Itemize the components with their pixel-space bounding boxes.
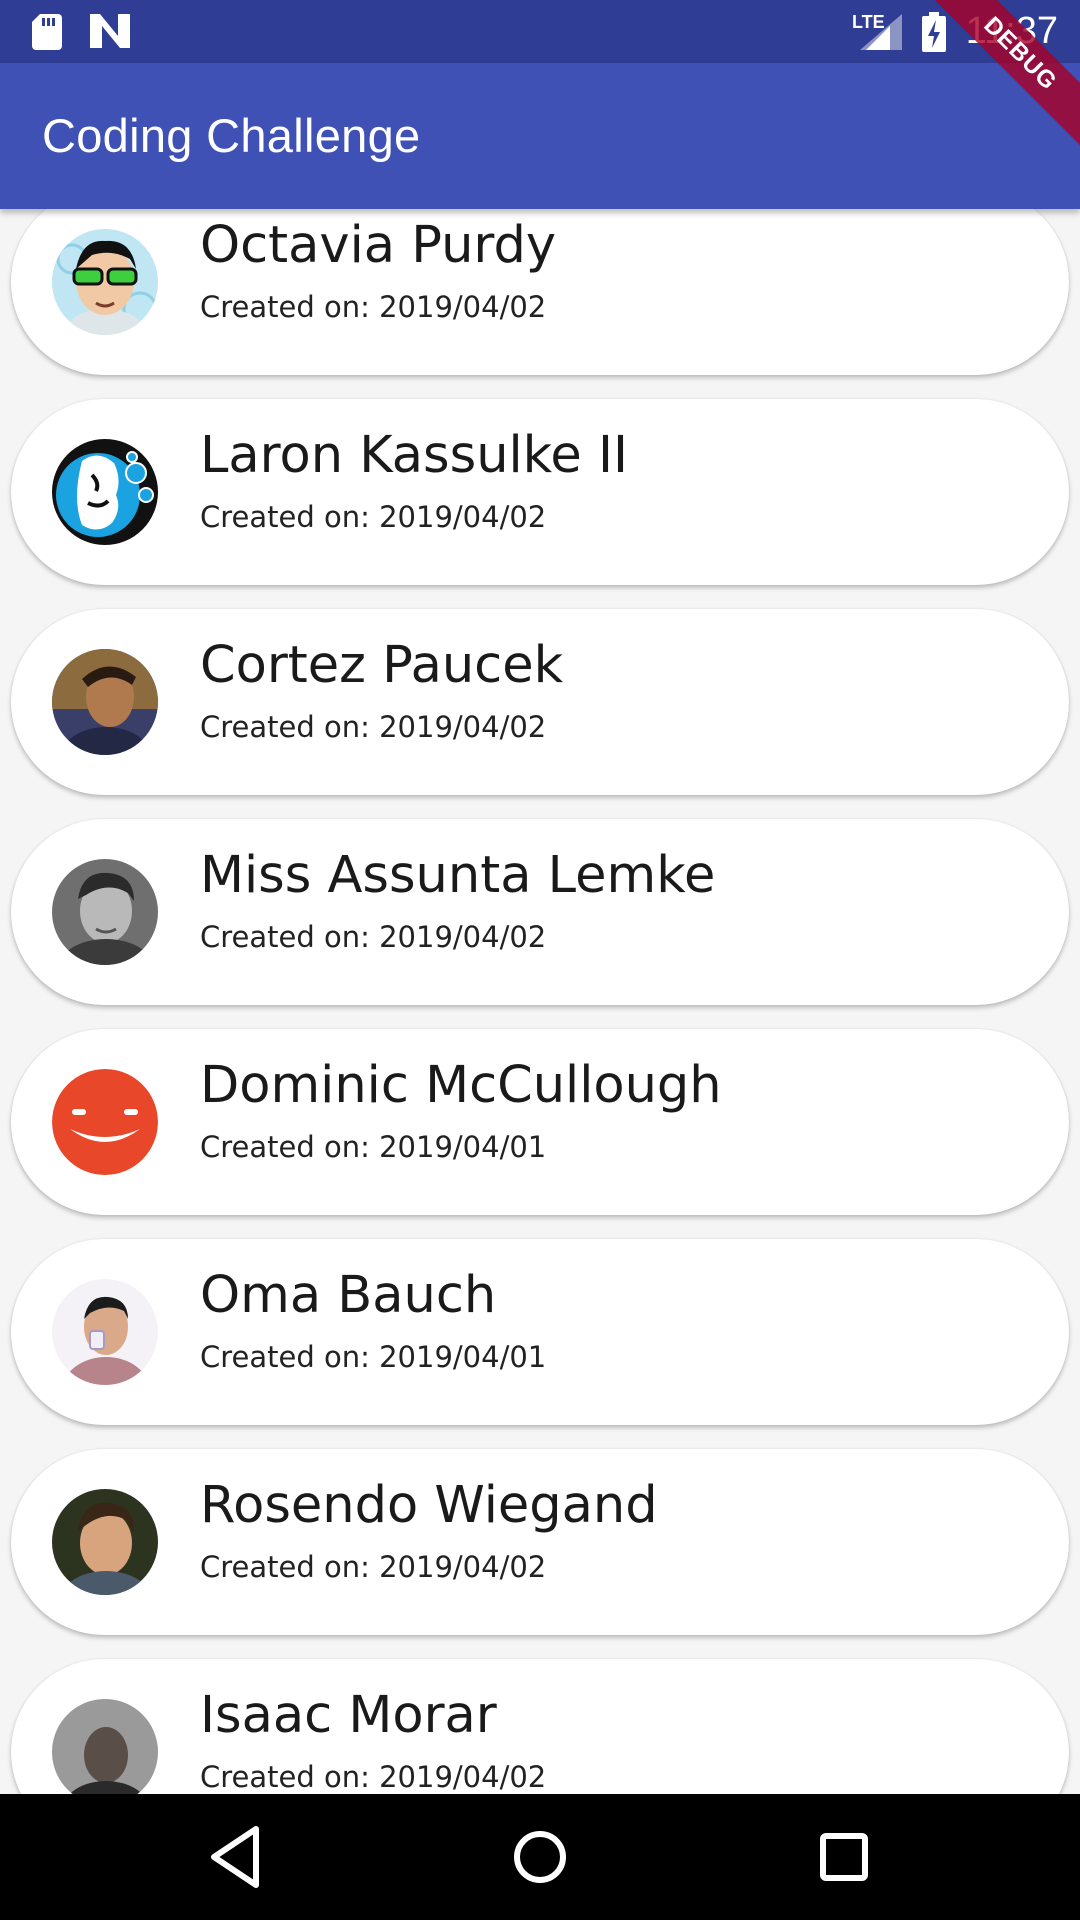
user-name: Laron Kassulke II <box>200 426 629 485</box>
navigation-bar <box>0 1794 1080 1920</box>
list-item[interactable]: Cortez Paucek Created on: 2019/04/02 <box>11 609 1069 795</box>
user-name: Rosendo Wiegand <box>200 1476 658 1535</box>
back-icon <box>211 1826 259 1888</box>
app-bar: Coding Challenge <box>0 63 1080 209</box>
list-item[interactable]: Laron Kassulke II Created on: 2019/04/02 <box>11 399 1069 585</box>
status-bar: LTE 11:37 <box>0 0 1080 63</box>
photo-avatar-icon <box>52 1699 158 1794</box>
smiley-avatar-icon <box>52 1069 158 1175</box>
user-list[interactable]: Octavia Purdy Created on: 2019/04/02 Lar… <box>0 209 1080 1794</box>
avatar <box>52 1069 158 1175</box>
home-icon <box>514 1831 566 1883</box>
avatar <box>52 439 158 545</box>
created-date: Created on: 2019/04/02 <box>200 920 547 954</box>
photo-avatar-icon <box>52 1279 158 1385</box>
avatar <box>52 859 158 965</box>
user-name: Isaac Morar <box>200 1686 497 1745</box>
avatar <box>52 1699 158 1794</box>
created-date: Created on: 2019/04/02 <box>200 290 547 324</box>
user-name: Miss Assunta Lemke <box>200 846 716 905</box>
created-date: Created on: 2019/04/02 <box>200 1550 547 1584</box>
photo-avatar-icon <box>52 859 158 965</box>
created-date: Created on: 2019/04/01 <box>200 1340 547 1374</box>
avatar <box>52 1489 158 1595</box>
list-item[interactable]: Rosendo Wiegand Created on: 2019/04/02 <box>11 1449 1069 1635</box>
recents-button[interactable] <box>806 1819 882 1895</box>
home-button[interactable] <box>502 1819 578 1895</box>
cartoon-glasses-avatar-icon <box>52 229 158 335</box>
created-date: Created on: 2019/04/02 <box>200 1760 547 1794</box>
lte-signal-icon <box>860 14 902 55</box>
battery-charging-icon <box>922 12 946 57</box>
created-date: Created on: 2019/04/01 <box>200 1130 547 1164</box>
list-item[interactable]: Miss Assunta Lemke Created on: 2019/04/0… <box>11 819 1069 1005</box>
back-button[interactable] <box>198 1819 274 1895</box>
avatar <box>52 649 158 755</box>
n-logo-icon <box>90 14 130 53</box>
list-item[interactable]: Dominic McCullough Created on: 2019/04/0… <box>11 1029 1069 1215</box>
list-item[interactable]: Octavia Purdy Created on: 2019/04/02 <box>11 209 1069 375</box>
list-item[interactable]: Isaac Morar Created on: 2019/04/02 <box>11 1659 1069 1794</box>
user-name: Cortez Paucek <box>200 636 564 695</box>
blue-face-avatar-icon <box>52 439 158 545</box>
sd-card-icon <box>32 14 62 55</box>
user-name: Oma Bauch <box>200 1266 497 1325</box>
created-date: Created on: 2019/04/02 <box>200 500 547 534</box>
created-date: Created on: 2019/04/02 <box>200 710 547 744</box>
avatar <box>52 1279 158 1385</box>
user-name: Dominic McCullough <box>200 1056 722 1115</box>
recents-icon <box>820 1833 868 1881</box>
list-item[interactable]: Oma Bauch Created on: 2019/04/01 <box>11 1239 1069 1425</box>
photo-avatar-icon <box>52 1489 158 1595</box>
page-title: Coding Challenge <box>42 109 421 162</box>
user-name: Octavia Purdy <box>200 216 557 275</box>
avatar <box>52 229 158 335</box>
photo-avatar-icon <box>52 649 158 755</box>
